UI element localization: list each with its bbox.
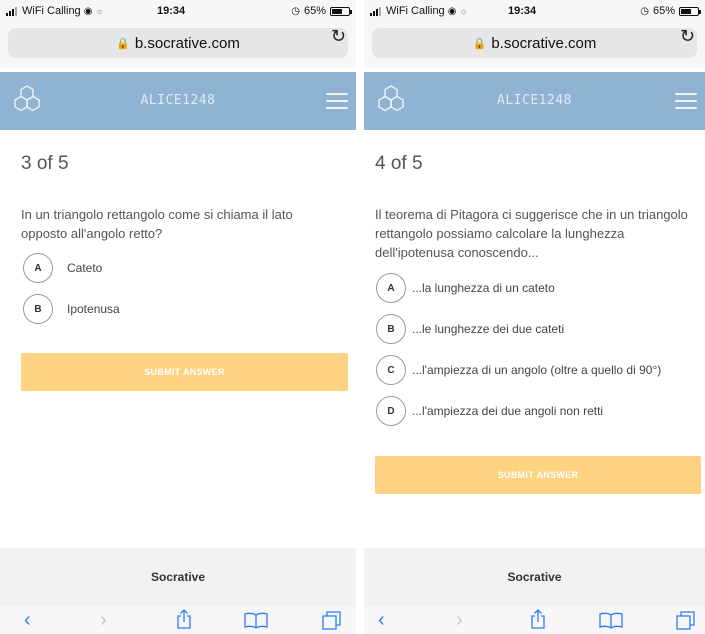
tabs-icon[interactable] (322, 611, 342, 630)
wifi-icon: ◉ (447, 5, 457, 17)
carrier-label: WiFi Calling (22, 5, 81, 17)
book-icon[interactable] (599, 612, 623, 629)
submit-answer-button[interactable]: SUBMIT ANSWER (375, 456, 701, 494)
url-text: b.socrative.com (491, 34, 597, 52)
answer-text: ...l'ampiezza dei due angoli non retti (412, 404, 604, 418)
answer-option-a[interactable]: A ...la lunghezza di un cateto (376, 273, 555, 303)
signal-bars-icon (6, 6, 17, 16)
footer-brand: Socrative (0, 548, 356, 606)
alarm-icon: ◷ (291, 5, 300, 17)
answer-text: ...la lunghezza di un cateto (412, 281, 555, 295)
chevron-right-icon[interactable]: › (456, 610, 463, 630)
question-text: In un triangolo rettangolo come si chiam… (21, 207, 293, 241)
carrier-label: WiFi Calling (386, 5, 445, 17)
alarm-icon: ☼ (459, 6, 468, 16)
hamburger-menu-icon[interactable] (675, 93, 697, 109)
signal-bars-icon (370, 6, 381, 16)
battery-percent: 65% (652, 5, 675, 17)
battery-icon (679, 6, 701, 16)
hamburger-menu-icon[interactable] (326, 93, 348, 109)
browser-url-bar: 🔒 b.socrative.com ↻ (364, 22, 705, 68)
question-progress: 3 of 5 (21, 153, 69, 174)
address-field[interactable]: 🔒 b.socrative.com (8, 28, 348, 58)
share-icon[interactable] (176, 609, 192, 629)
answer-option-d[interactable]: D ...l'ampiezza dei due angoli non retti (376, 396, 603, 426)
app-header: ALICE1248 (364, 72, 705, 130)
status-time: 19:34 (508, 5, 537, 17)
chevron-left-icon[interactable]: ‹ (24, 610, 31, 630)
answer-letter: B (376, 314, 406, 344)
room-name: ALICE1248 (497, 93, 572, 108)
question-progress: 4 of 5 (375, 153, 423, 174)
tabs-icon[interactable] (676, 611, 696, 630)
book-icon[interactable] (244, 612, 268, 629)
answer-letter: A (376, 273, 406, 303)
answer-text: Cateto (67, 261, 103, 275)
chevron-left-icon[interactable]: ‹ (378, 610, 385, 630)
answer-text: ...le lunghezze dei due cateti (412, 322, 565, 336)
lock-icon: 🔒 (472, 37, 487, 50)
phone-screen-left: WiFi Calling ◉ ☼ 19:34 ◷ 65% 🔒 b.socrati… (0, 0, 356, 634)
answer-option-a[interactable]: A Cateto (23, 253, 102, 283)
reload-icon[interactable]: ↻ (680, 26, 695, 47)
lock-icon: 🔒 (116, 37, 130, 50)
room-name: ALICE1248 (140, 93, 216, 108)
screen-divider (356, 0, 364, 634)
app-header: ALICE1248 (0, 72, 356, 130)
answer-letter: C (376, 355, 406, 385)
answer-letter: A (23, 253, 53, 283)
submit-answer-button[interactable]: SUBMIT ANSWER (21, 353, 348, 391)
chevron-right-icon[interactable]: › (100, 610, 107, 630)
status-bar: WiFi Calling ◉ ☼ 19:34 ◷ 65% (364, 0, 705, 22)
status-bar: WiFi Calling ◉ ☼ 19:34 ◷ 65% (0, 0, 356, 22)
answer-option-b[interactable]: B Ipotenusa (23, 294, 120, 324)
wifi-icon: ◉ (83, 5, 93, 17)
status-time: 19:34 (157, 5, 186, 17)
alarm-icon: ☼ (95, 6, 104, 16)
reload-icon[interactable]: ↻ (331, 26, 346, 47)
footer-brand: Socrative (364, 548, 705, 606)
question-text: Il teorema di Pitagora ci suggerisce che… (375, 207, 688, 260)
url-text: b.socrative.com (134, 34, 240, 52)
answer-text: ...l'ampiezza di un angolo (oltre a quel… (412, 363, 662, 377)
phone-screen-right: WiFi Calling ◉ ☼ 19:34 ◷ 65% 🔒 b.socrati… (364, 0, 705, 634)
battery-percent: 65% (303, 5, 326, 17)
share-icon[interactable] (530, 609, 546, 629)
browser-toolbar: ‹ › (0, 606, 356, 634)
answer-option-b[interactable]: B ...le lunghezze dei due cateti (376, 314, 564, 344)
battery-icon (330, 6, 352, 16)
answer-letter: B (23, 294, 53, 324)
address-field[interactable]: 🔒 b.socrative.com (372, 28, 697, 58)
answer-text: Ipotenusa (67, 302, 120, 316)
browser-url-bar: 🔒 b.socrative.com ↻ (0, 22, 356, 68)
alarm-icon: ◷ (640, 5, 649, 17)
answer-letter: D (376, 396, 406, 426)
answer-option-c[interactable]: C ...l'ampiezza di un angolo (oltre a qu… (376, 355, 661, 385)
browser-toolbar: ‹ › (364, 606, 705, 634)
